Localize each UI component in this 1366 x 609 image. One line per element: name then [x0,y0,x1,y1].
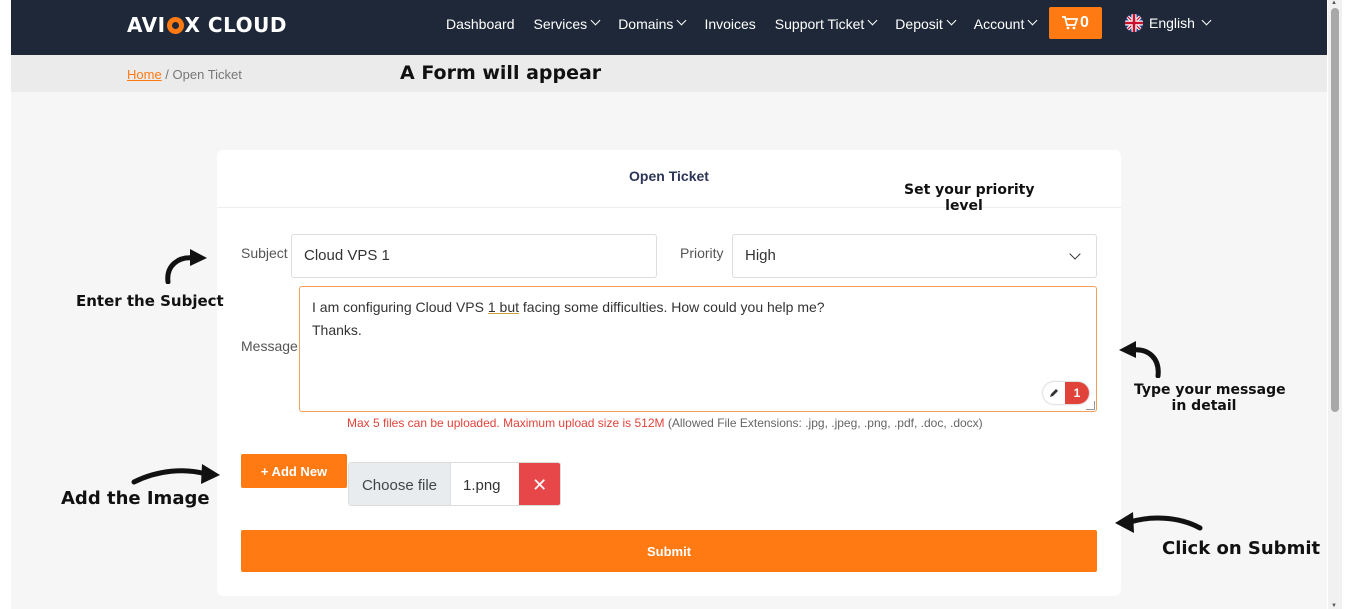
breadcrumb-current: Open Ticket [172,67,242,82]
grammar-widget[interactable]: 1 [1043,382,1089,404]
message-label: Message [241,338,298,354]
message-text-b: 1 but [487,299,520,315]
message-text-a: I am configuring Cloud VPS [312,299,488,315]
chevron-down-icon [590,15,601,26]
nav-domains-label: Domains [618,15,674,32]
breadcrumb-bar: Home / Open Ticket [11,55,1327,92]
choose-file-button[interactable]: Choose file [349,463,451,505]
priority-label: Priority [680,245,724,261]
nav-deposit[interactable]: Deposit [895,15,957,32]
top-navbar: AVI X CLOUD Dashboard Services Domains In… [11,0,1327,55]
priority-value: High [745,247,776,264]
nav-services-label: Services [533,15,588,32]
language-label: English [1149,15,1195,31]
breadcrumb-separator: / [161,67,173,82]
language-selector[interactable]: English [1125,14,1212,32]
chevron-down-icon [867,15,878,26]
nav-support-ticket[interactable]: Support Ticket [774,15,878,32]
annotation-message-line1: Type your message [1134,382,1286,398]
subject-label: Subject [241,245,288,261]
curved-arrow-icon [165,249,207,284]
vertical-scrollbar[interactable]: ▲ ▼ [1328,0,1342,609]
resize-handle[interactable] [1086,401,1095,410]
nav-dashboard[interactable]: Dashboard [446,16,515,32]
cart-icon [1062,16,1079,30]
nav-support-ticket-label: Support Ticket [774,15,865,32]
logo[interactable]: AVI X CLOUD [127,13,287,37]
annotation-image: Add the Image [61,488,210,509]
upload-hint-extensions: (Allowed File Extensions: .jpg, .jpeg, .… [664,416,983,430]
message-text-c: facing some difficulties. How could you … [519,299,825,315]
main-nav: Dashboard Services Domains Invoices Supp… [446,0,1055,47]
annotation-form-appear: A Form will appear [400,62,602,84]
chevron-down-icon [1201,15,1212,25]
arrow-left-icon [1115,512,1203,533]
nav-domains[interactable]: Domains [618,15,687,32]
priority-select[interactable]: High [732,234,1097,278]
upload-hint: Max 5 files can be uploaded. Maximum upl… [347,416,983,430]
message-line-2: Thanks. [312,322,362,338]
chevron-down-icon [1027,15,1038,26]
uk-flag-icon [1125,14,1143,32]
file-input[interactable]: Choose file 1.png ✕ [348,462,561,506]
nav-account-label: Account [973,15,1025,32]
nav-dashboard-label: Dashboard [446,15,515,32]
cart-button[interactable]: 0 [1049,7,1102,39]
nav-deposit-label: Deposit [895,15,943,32]
annotation-priority-line2: level [945,198,983,214]
breadcrumb-home-link[interactable]: Home [127,67,162,82]
nav-services[interactable]: Services [533,15,601,32]
curved-arrow-icon [1119,341,1161,378]
chevron-down-icon [676,15,687,26]
pen-icon [1043,382,1065,404]
nav-account[interactable]: Account [973,15,1038,32]
remove-file-button[interactable]: ✕ [519,463,560,505]
upload-hint-limit: Max 5 files can be uploaded. Maximum upl… [347,416,665,430]
annotation-subject: Enter the Subject [76,292,224,310]
logo-text-start: AVI [127,13,166,37]
logo-text-end: X CLOUD [184,13,287,37]
annotation-message-line2: in detail [1171,398,1237,414]
annotation-priority-line1: Set your priority [904,182,1035,198]
chevron-down-icon [946,15,957,26]
arrow-right-icon [131,464,220,485]
breadcrumb: Home / Open Ticket [127,67,242,82]
subject-input[interactable]: Cloud VPS 1 [291,234,657,278]
scrollbar-thumb[interactable] [1331,8,1339,412]
cart-count: 0 [1080,14,1089,31]
submit-button[interactable]: Submit [241,530,1097,572]
file-name: 1.png [450,463,520,505]
nav-invoices-label: Invoices [704,15,756,32]
nav-invoices[interactable]: Invoices [704,16,755,32]
message-line-1: I am configuring Cloud VPS 1 but facing … [312,296,1084,319]
annotation-message: Type your message in detail [1134,382,1286,414]
add-new-button[interactable]: + Add New [241,454,347,488]
annotation-priority: Set your priority level [904,182,1035,214]
scroll-up-icon[interactable]: ▲ [1331,0,1337,6]
scroll-down-icon[interactable]: ▼ [1331,603,1337,609]
logo-o-icon [166,16,184,34]
message-textarea[interactable]: I am configuring Cloud VPS 1 but facing … [299,286,1097,412]
annotation-submit: Click on Submit [1162,538,1321,559]
